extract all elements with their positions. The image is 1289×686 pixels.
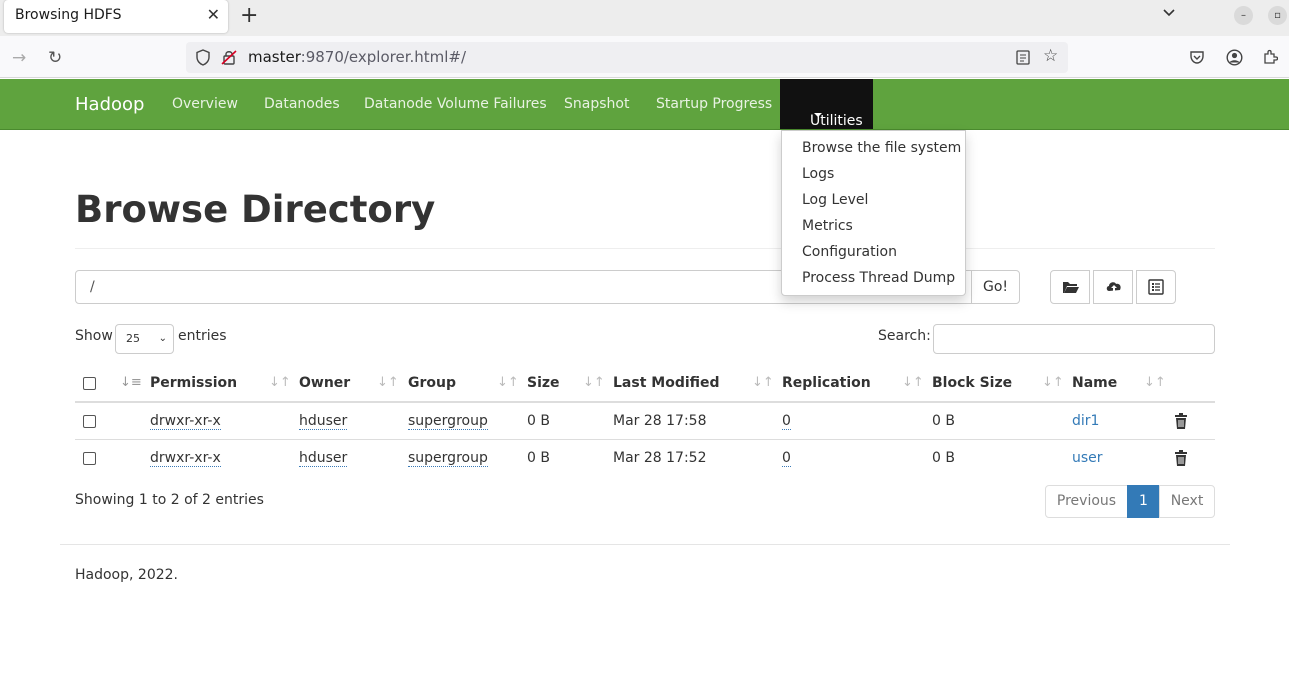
- menu-configuration[interactable]: Configuration: [802, 244, 897, 260]
- tab-title: Browsing HDFS: [15, 7, 122, 23]
- sort-icon[interactable]: ↓≡: [120, 375, 142, 390]
- forward-icon[interactable]: →: [12, 48, 26, 68]
- column-header-name[interactable]: Name: [1072, 375, 1117, 391]
- go-button[interactable]: Go!: [971, 270, 1020, 304]
- minimize-icon[interactable]: –: [1234, 6, 1253, 25]
- brand-link[interactable]: Hadoop: [75, 94, 144, 115]
- size-cell: 0 B: [527, 413, 550, 429]
- account-icon[interactable]: [1226, 49, 1243, 66]
- entries-per-page-select[interactable]: 25 ⌄: [115, 324, 174, 354]
- url-bar[interactable]: master:9870/explorer.html#/ ☆: [186, 42, 1068, 73]
- bookmark-star-icon[interactable]: ☆: [1043, 46, 1058, 66]
- sort-icon[interactable]: ↓↑: [1042, 375, 1064, 390]
- sort-icon[interactable]: ↓↑: [497, 375, 519, 390]
- group-cell[interactable]: supergroup: [408, 450, 488, 467]
- footer-divider: [60, 544, 1230, 545]
- create-directory-button[interactable]: [1050, 270, 1090, 304]
- page-title: Browse Directory: [75, 188, 436, 231]
- extensions-icon[interactable]: [1262, 49, 1278, 65]
- show-label: Show: [75, 328, 113, 344]
- search-label: Search:: [878, 328, 931, 344]
- upload-files-button[interactable]: [1093, 270, 1133, 304]
- column-header-permission[interactable]: Permission: [150, 375, 237, 391]
- column-header-last-modified[interactable]: Last Modified: [613, 375, 720, 391]
- previous-page-button[interactable]: Previous: [1045, 485, 1128, 518]
- column-header-group[interactable]: Group: [408, 375, 456, 391]
- sort-icon[interactable]: ↓↑: [377, 375, 399, 390]
- nav-utilities-toggle[interactable]: Utilities: [780, 79, 873, 129]
- menu-process-thread-dump[interactable]: Process Thread Dump: [802, 270, 955, 286]
- trash-icon[interactable]: [1174, 450, 1188, 466]
- table-info: Showing 1 to 2 of 2 entries: [75, 492, 264, 508]
- folder-open-icon: [1063, 282, 1079, 293]
- column-header-owner[interactable]: Owner: [299, 375, 350, 391]
- block-size-cell: 0 B: [932, 413, 955, 429]
- entries-select-value: 25: [126, 332, 140, 345]
- hadoop-navbar: Hadoop Overview Datanodes Datanode Volum…: [0, 79, 1289, 130]
- entries-label: entries: [178, 328, 227, 344]
- row-divider: [75, 439, 1215, 440]
- tab-list-chevron-icon[interactable]: [1162, 6, 1176, 20]
- menu-browse-file-system[interactable]: Browse the file system: [802, 140, 961, 156]
- permission-cell[interactable]: drwxr-xr-x: [150, 450, 221, 467]
- new-tab-icon[interactable]: +: [240, 3, 258, 28]
- title-divider: [75, 248, 1215, 249]
- cut-paste-button[interactable]: [1136, 270, 1176, 304]
- name-link[interactable]: dir1: [1072, 413, 1099, 429]
- size-cell: 0 B: [527, 450, 550, 466]
- trash-icon[interactable]: [1174, 413, 1188, 429]
- browser-tab[interactable]: Browsing HDFS ✕: [4, 0, 228, 33]
- sort-icon[interactable]: ↓↑: [1144, 375, 1166, 390]
- sort-icon[interactable]: ↓↑: [269, 375, 291, 390]
- permission-cell[interactable]: drwxr-xr-x: [150, 413, 221, 430]
- select-all-checkbox[interactable]: [83, 377, 96, 390]
- replication-cell[interactable]: 0: [782, 450, 791, 467]
- owner-cell[interactable]: hduser: [299, 413, 348, 430]
- menu-metrics[interactable]: Metrics: [802, 218, 853, 234]
- pocket-icon[interactable]: [1189, 49, 1205, 65]
- column-header-block-size[interactable]: Block Size: [932, 375, 1012, 391]
- reload-icon[interactable]: ↻: [48, 48, 62, 68]
- menu-log-level[interactable]: Log Level: [802, 192, 868, 208]
- reader-mode-icon[interactable]: [1016, 50, 1030, 65]
- caret-down-icon: [814, 113, 822, 117]
- modified-cell: Mar 28 17:58: [613, 413, 707, 429]
- list-alt-icon: [1148, 279, 1164, 295]
- browser-toolbar: → ↻ master:9870/explorer.html#/ ☆: [0, 36, 1289, 78]
- sort-icon[interactable]: ↓↑: [902, 375, 924, 390]
- row-checkbox[interactable]: [83, 452, 96, 465]
- column-header-size[interactable]: Size: [527, 375, 560, 391]
- utilities-dropdown-menu: Browse the file system Logs Log Level Me…: [781, 130, 966, 296]
- block-size-cell: 0 B: [932, 450, 955, 466]
- chevron-down-icon: ⌄: [158, 333, 167, 344]
- name-link[interactable]: user: [1072, 450, 1103, 466]
- close-tab-icon[interactable]: ✕: [207, 5, 220, 24]
- nav-snapshot[interactable]: Snapshot: [564, 96, 629, 112]
- insecure-lock-icon[interactable]: [221, 49, 237, 66]
- modified-cell: Mar 28 17:52: [613, 450, 707, 466]
- page-1-button[interactable]: 1: [1127, 485, 1160, 518]
- row-checkbox[interactable]: [83, 415, 96, 428]
- footer-text: Hadoop, 2022.: [75, 567, 178, 583]
- search-input[interactable]: [933, 324, 1215, 354]
- nav-datanodes[interactable]: Datanodes: [264, 96, 340, 112]
- restore-icon[interactable]: ▫: [1268, 6, 1287, 25]
- next-page-button[interactable]: Next: [1159, 485, 1215, 518]
- sort-icon[interactable]: ↓↑: [752, 375, 774, 390]
- nav-overview[interactable]: Overview: [172, 96, 238, 112]
- group-cell[interactable]: supergroup: [408, 413, 488, 430]
- replication-cell[interactable]: 0: [782, 413, 791, 430]
- table-header-divider: [75, 401, 1215, 403]
- cloud-upload-icon: [1106, 282, 1121, 293]
- menu-logs[interactable]: Logs: [802, 166, 834, 182]
- nav-startup-progress[interactable]: Startup Progress: [656, 96, 772, 112]
- browser-tab-bar: Browsing HDFS ✕ + – ▫: [0, 0, 1289, 36]
- shield-icon[interactable]: [195, 49, 211, 66]
- sort-icon[interactable]: ↓↑: [583, 375, 605, 390]
- owner-cell[interactable]: hduser: [299, 450, 348, 467]
- nav-datanode-volume-failures[interactable]: Datanode Volume Failures: [364, 96, 547, 112]
- column-header-replication[interactable]: Replication: [782, 375, 871, 391]
- url-text[interactable]: master:9870/explorer.html#/: [248, 48, 466, 66]
